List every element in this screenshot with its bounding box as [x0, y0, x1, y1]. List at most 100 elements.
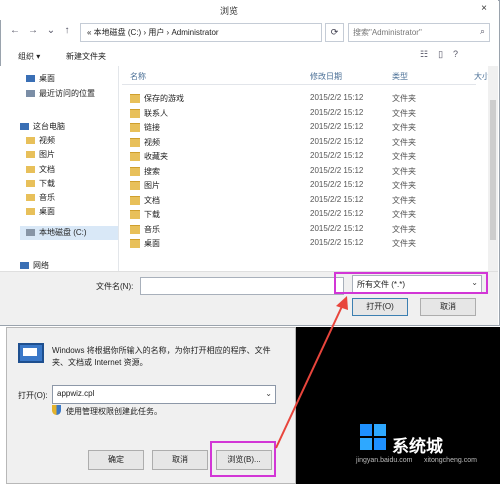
file-name: 下载 [144, 210, 160, 219]
file-row[interactable]: 联系人 2015/2/2 15:12 文件夹 [128, 106, 468, 120]
filename-input[interactable] [140, 277, 344, 295]
nav-item-label: 文档 [39, 165, 55, 174]
run-icon-window [23, 348, 37, 356]
refresh-icon[interactable]: ⟳ [325, 23, 344, 42]
nav-item[interactable]: 桌面 [26, 205, 55, 219]
scrollbar-thumb[interactable] [490, 100, 496, 240]
file-type: 文件夹 [392, 137, 416, 147]
shield-icon [52, 405, 61, 415]
preview-pane-icon[interactable]: ▯ [438, 49, 453, 59]
nav-item[interactable]: 桌面 [26, 72, 55, 86]
folder-icon [26, 151, 35, 159]
file-date: 2015/2/2 15:12 [310, 238, 364, 247]
file-row[interactable]: 搜索 2015/2/2 15:12 文件夹 [128, 164, 468, 178]
open-button[interactable]: 打开(O) [352, 298, 408, 316]
file-name: 文档 [144, 195, 160, 205]
file-row[interactable]: 桌面 2015/2/2 15:12 文件夹 [128, 236, 468, 250]
nav-item[interactable]: 最近访问的位置 [26, 87, 95, 101]
file-date: 2015/2/2 15:12 [310, 151, 364, 160]
column-header-date[interactable]: 修改日期 [310, 71, 342, 82]
nav-item[interactable]: 这台电脑 [20, 120, 65, 134]
folder-icon [130, 224, 140, 234]
new-folder-button[interactable]: 新建文件夹 [66, 51, 106, 62]
forward-icon[interactable]: → [26, 24, 40, 38]
file-name: 保存的游戏 [144, 94, 184, 103]
file-row[interactable]: 保存的游戏 2015/2/2 15:12 文件夹 [128, 91, 468, 105]
folder-icon [130, 108, 140, 118]
file-type: 文件夹 [392, 94, 416, 103]
folder-icon [26, 166, 35, 174]
nav-item-label: 图片 [39, 150, 55, 159]
folder-icon [130, 210, 140, 219]
folder-icon [26, 75, 35, 83]
file-name: 联系人 [144, 108, 168, 118]
nav-item[interactable]: 本地磁盘 (C:) [26, 226, 87, 240]
search-input[interactable]: 搜索"Administrator" ⌕ [348, 23, 490, 42]
folder-icon [130, 239, 140, 248]
nav-item-label: 桌面 [39, 207, 55, 216]
folder-icon [130, 181, 140, 190]
file-row[interactable]: 图片 2015/2/2 15:12 文件夹 [128, 178, 468, 192]
file-type: 文件夹 [392, 195, 416, 205]
close-icon[interactable]: × [470, 0, 498, 18]
file-date: 2015/2/2 15:12 [310, 209, 364, 218]
watermark-brand: 系统城 [392, 437, 443, 456]
file-row[interactable]: 文档 2015/2/2 15:12 文件夹 [128, 193, 468, 207]
up-icon[interactable]: ↑ [60, 24, 74, 38]
column-header-name[interactable]: 名称 [130, 71, 146, 82]
folder-icon [26, 180, 35, 188]
file-name: 收藏夹 [144, 152, 168, 161]
file-row[interactable]: 收藏夹 2015/2/2 15:12 文件夹 [128, 149, 468, 163]
nav-item[interactable]: 文档 [26, 163, 55, 177]
help-icon[interactable]: ? [453, 49, 468, 59]
back-icon[interactable]: ← [8, 24, 22, 38]
file-name: 图片 [144, 181, 160, 190]
organize-button[interactable]: 组织 ▾ [18, 51, 40, 62]
view-icon[interactable]: ☷ [420, 49, 438, 59]
nav-item[interactable]: 视频 [26, 134, 55, 148]
filename-label: 文件名(N): [96, 282, 134, 291]
cancel-button[interactable]: 取消 [420, 298, 476, 316]
file-date: 2015/2/2 15:12 [310, 165, 364, 175]
nav-item[interactable]: 图片 [26, 148, 55, 162]
folder-icon [26, 229, 35, 237]
folder-icon [130, 152, 140, 161]
run-cancel-button[interactable]: 取消 [152, 450, 208, 470]
file-row[interactable]: 音乐 2015/2/2 15:12 文件夹 [128, 222, 468, 236]
run-command-input[interactable]: appwiz.cpl ⌄ [52, 385, 276, 404]
nav-item-label: 下载 [39, 179, 55, 188]
file-row[interactable]: 链接 2015/2/2 15:12 文件夹 [128, 120, 468, 134]
nav-item-label: 音乐 [39, 193, 55, 202]
column-header-type[interactable]: 类型 [392, 71, 408, 82]
file-name: 视频 [144, 137, 160, 147]
file-type: 文件夹 [392, 210, 416, 219]
view-options-icons[interactable]: ☷▯? [420, 49, 468, 60]
file-date: 2015/2/2 15:12 [310, 180, 364, 189]
chevron-down-icon[interactable]: ⌄ [265, 389, 272, 398]
open-label: 打开(O): [18, 391, 48, 400]
nav-item-label: 桌面 [39, 74, 55, 83]
nav-item-label: 本地磁盘 (C:) [39, 228, 87, 237]
file-row[interactable]: 视频 2015/2/2 15:12 文件夹 [128, 135, 468, 149]
file-row[interactable]: 下载 2015/2/2 15:12 文件夹 [128, 207, 468, 221]
file-type: 文件夹 [392, 166, 416, 176]
run-command-value: appwiz.cpl [57, 389, 95, 398]
nav-item-label: 网络 [33, 261, 49, 270]
nav-item-label: 这台电脑 [33, 122, 65, 131]
folder-icon [130, 137, 140, 147]
file-date: 2015/2/2 15:12 [310, 107, 364, 117]
chevron-down-icon[interactable]: ⌄ [44, 24, 58, 38]
address-bar[interactable]: « 本地磁盘 (C:) › 用户 › Administrator [80, 23, 322, 42]
file-name: 桌面 [144, 239, 160, 248]
nav-item[interactable]: 音乐 [26, 191, 55, 205]
file-type: 文件夹 [392, 181, 416, 190]
run-description: Windows 将根据你所输入的名称，为你打开相应的程序、文件夹、文档或 Int… [52, 346, 271, 367]
folder-icon [130, 166, 140, 176]
file-date: 2015/2/2 15:12 [310, 194, 364, 204]
ok-button[interactable]: 确定 [88, 450, 144, 470]
file-date: 2015/2/2 15:12 [310, 122, 364, 131]
nav-item[interactable]: 下载 [26, 177, 55, 191]
file-date: 2015/2/2 15:12 [310, 93, 364, 102]
file-type: 文件夹 [392, 239, 416, 248]
nav-item-label: 最近访问的位置 [39, 89, 95, 98]
